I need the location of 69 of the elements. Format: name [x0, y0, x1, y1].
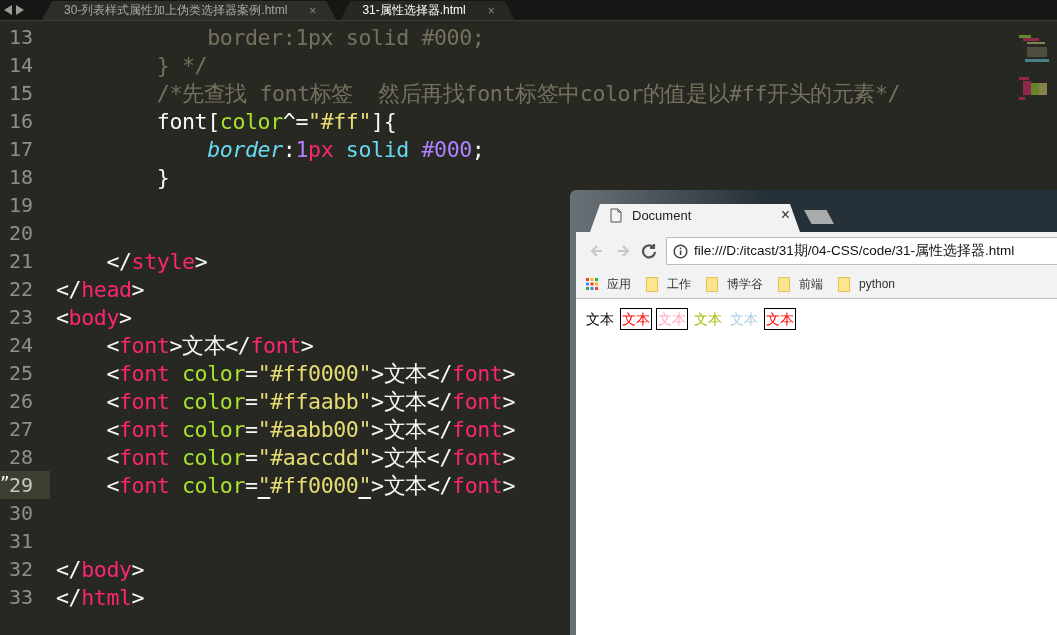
code-line: </body> [56, 556, 145, 582]
reload-icon[interactable] [640, 242, 658, 260]
address-bar[interactable]: file:///D:/itcast/31期/04-CSS/code/31-属性选择器.html [666, 237, 1057, 265]
info-icon[interactable] [673, 243, 688, 259]
line-number: 24 [8, 333, 33, 357]
line-number: 16 [8, 109, 33, 133]
bookmark[interactable]: 应用 [586, 275, 631, 293]
code-line: <body> [56, 304, 132, 330]
editor-tab[interactable]: 30-列表样式属性加上伪类选择器案例.html × [42, 1, 337, 20]
bookmark[interactable]: python [838, 276, 896, 292]
sample-text: 文本 [620, 308, 652, 330]
folder-icon [838, 276, 850, 292]
sample-text: 文本 [585, 310, 615, 329]
line-number: 17 [8, 137, 33, 161]
line-number: 33 [8, 585, 33, 609]
line-number: 30 [8, 501, 33, 525]
close-icon[interactable]: × [309, 3, 317, 18]
code-line: } */ [155, 52, 208, 78]
line-number: 32 [8, 557, 33, 581]
bookmark[interactable]: 博学谷 [706, 275, 763, 293]
line-number: 19 [8, 193, 33, 217]
line-number: 27 [8, 417, 33, 441]
code-line: /*先查找 font标签 然后再找font标签中color的值是以#ff开头的元素*/ [155, 79, 901, 108]
line-number: 22 [8, 277, 33, 301]
close-icon[interactable]: × [780, 206, 790, 224]
code-line: <font color="#aaccdd">文本</font> [105, 443, 516, 472]
editor-tab[interactable]: 31-属性选择器.html × [340, 1, 515, 20]
left-arrow-icon[interactable] [4, 5, 12, 15]
browser-tab[interactable]: Document × [590, 204, 800, 232]
code-line: border:1px solid #000; [206, 24, 485, 50]
new-tab-button[interactable] [804, 210, 834, 224]
folder-icon [706, 276, 718, 292]
line-number: 14 [8, 53, 33, 77]
gutter-marker: ” [0, 473, 10, 492]
sample-text: 文本 [656, 308, 688, 330]
code-line: font[color^="#ff"]{ [155, 108, 397, 134]
line-number: 29 [8, 473, 33, 497]
line-number: 15 [8, 81, 33, 105]
right-arrow-icon[interactable] [16, 5, 24, 15]
line-number: 31 [8, 529, 33, 553]
page-icon [610, 207, 622, 223]
code-line: <font color="#ff0000">文本</font> [105, 359, 516, 388]
line-number: 13 [8, 25, 33, 49]
bookmark[interactable]: 工作 [646, 275, 691, 293]
bookmark[interactable]: 前端 [778, 275, 823, 293]
code-line: <font color="#aabb00">文本</font> [105, 415, 516, 444]
sample-text: 文本 [764, 308, 796, 330]
line-number: 21 [8, 249, 33, 273]
code-line: </head> [56, 276, 145, 302]
code-line: </style> [105, 248, 208, 274]
tab-title: Document [632, 207, 693, 223]
code-line: border:1px solid #000; [206, 136, 485, 162]
code-line: <font color="#ff0000">文本</font> [105, 471, 516, 500]
line-number: 28 [8, 445, 33, 469]
line-number: 26 [8, 389, 33, 413]
close-icon[interactable]: × [487, 3, 495, 18]
apps-grid-icon [586, 278, 598, 290]
code-line: </html> [56, 584, 145, 610]
line-number: 20 [8, 221, 33, 245]
folder-icon [646, 276, 658, 292]
code-line: } [155, 164, 170, 190]
line-number: 23 [8, 305, 33, 329]
code-line: <font>文本</font> [105, 331, 314, 360]
line-number: 25 [8, 361, 33, 385]
code-line: <font color="#ffaabb">文本</font> [105, 387, 516, 416]
folder-icon [778, 276, 790, 292]
line-number: 18 [8, 165, 33, 189]
sample-text: 文本 [729, 310, 759, 329]
sample-text: 文本 [693, 310, 723, 329]
